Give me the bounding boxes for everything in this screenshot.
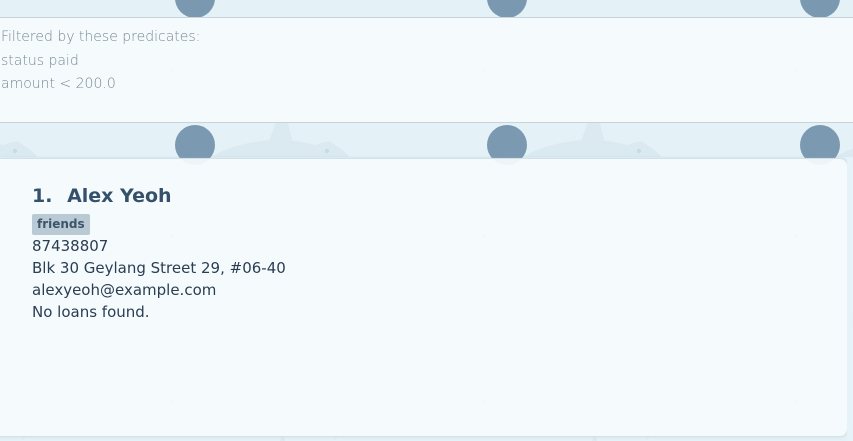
result-text: Filtered by these predicates: status pai…	[1, 26, 200, 97]
result-display: Filtered by these predicates: status pai…	[0, 17, 853, 123]
person-email: alexyeoh@example.com	[32, 281, 217, 299]
person-name: Alex Yeoh	[67, 185, 172, 207]
result-line: amount < 200.0	[1, 76, 116, 92]
person-card-title: 1. Alex Yeoh	[32, 185, 172, 207]
result-line: Filtered by these predicates:	[1, 29, 201, 45]
result-line: status paid	[1, 52, 79, 69]
tag-badge: friends	[32, 214, 90, 235]
person-address: Blk 30 Geylang Street 29, #06-40	[32, 259, 286, 277]
person-phone: 87438807	[32, 237, 109, 255]
list-scrollbar[interactable]	[847, 158, 853, 441]
person-card[interactable]: 1. Alex Yeoh friends 87438807 Blk 30 Gey…	[0, 158, 848, 437]
person-loans-status: No loans found.	[32, 303, 150, 321]
person-index: 1.	[32, 185, 53, 207]
